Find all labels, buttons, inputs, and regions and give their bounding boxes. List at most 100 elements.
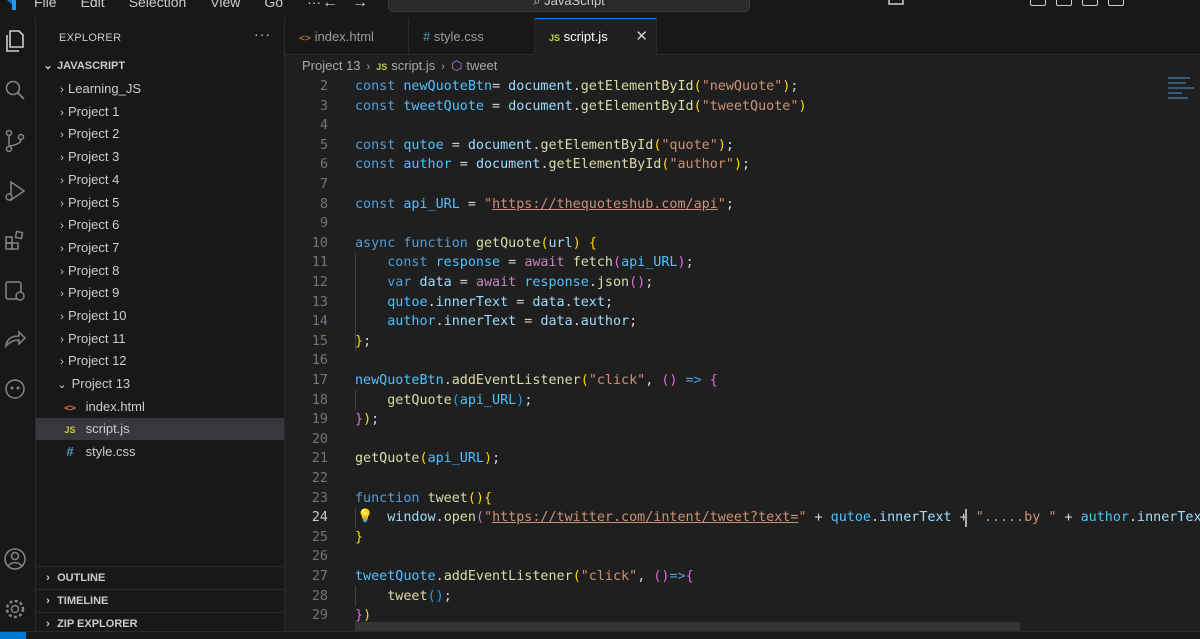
vscode-logo-icon[interactable] xyxy=(0,0,18,12)
code-line[interactable]: 20 xyxy=(285,430,1200,450)
code-text: window.open("https://twitter.com/intent/… xyxy=(355,508,1200,528)
file-index-html[interactable]: <> index.html xyxy=(36,396,284,418)
folder-item[interactable]: › Project 10 xyxy=(36,305,284,327)
minimap[interactable] xyxy=(1168,77,1198,117)
code-line[interactable]: 21 getQuote(api_URL); xyxy=(285,449,1200,469)
menu-file[interactable]: File xyxy=(34,0,57,10)
workspace-root[interactable]: ⌄ JAVASCRIPT xyxy=(36,55,284,77)
folder-item[interactable]: › Project 7 xyxy=(36,237,284,259)
code-line[interactable]: 11 const response = await fetch(api_URL)… xyxy=(285,253,1200,273)
file-style-css[interactable]: # style.css xyxy=(36,441,284,463)
section-label: ZIP EXPLORER xyxy=(57,618,138,630)
code-line[interactable]: 18 getQuote(api_URL); xyxy=(285,391,1200,411)
close-icon[interactable]: ✕ xyxy=(635,19,648,55)
menu-selection[interactable]: Selection xyxy=(129,0,187,10)
code-token: document xyxy=(467,137,533,153)
breadcrumb-symbol[interactable]: tweet xyxy=(466,58,497,73)
code-token: json xyxy=(596,275,630,290)
folder-item[interactable]: › Project 4 xyxy=(36,169,284,191)
back-arrow-icon[interactable]: ← xyxy=(322,0,338,12)
outline-section[interactable]: › OUTLINE xyxy=(36,566,284,588)
code-line[interactable]: 24 window.open("https://twitter.com/inte… xyxy=(285,508,1200,528)
copilot-icon[interactable] xyxy=(886,0,906,6)
code-line[interactable]: 10 async function getQuote(url) { xyxy=(285,234,1200,254)
code-text: const author = document.getElementById("… xyxy=(355,155,750,175)
lightbulb-icon[interactable]: 💡 xyxy=(357,508,373,524)
explorer-icon[interactable] xyxy=(2,28,28,54)
folder-item[interactable]: › Project 5 xyxy=(36,192,284,214)
code-line[interactable]: 4 xyxy=(285,116,1200,136)
code-line[interactable]: 2 const newQuoteBtn= document.getElementB… xyxy=(285,77,1200,97)
command-center-search[interactable]: ⌕ JavaScript xyxy=(388,0,750,12)
folder-item[interactable]: › Project 8 xyxy=(36,260,284,282)
code-line[interactable]: 26 xyxy=(285,547,1200,567)
folder-item[interactable]: › Project 2 xyxy=(36,123,284,145)
chevron-right-icon: › xyxy=(60,84,64,96)
chevron-right-icon: › xyxy=(46,572,50,584)
breadcrumb-file[interactable]: script.js xyxy=(391,58,435,73)
folder-item[interactable]: › Project 6 xyxy=(36,214,284,236)
chevron-right-icon: › xyxy=(60,288,64,301)
toggle-secondary-sidebar-icon[interactable] xyxy=(1108,0,1124,6)
code-line[interactable]: 23 function tweet(){ xyxy=(285,489,1200,509)
folder-label: Project 13 xyxy=(71,376,131,391)
code-token: . xyxy=(435,569,444,584)
toggle-sidebar-icon[interactable] xyxy=(1056,0,1072,6)
code-line[interactable]: 14 author.innerText = data.author; xyxy=(285,312,1200,332)
live-share-icon[interactable] xyxy=(2,328,28,354)
remote-explorer-icon[interactable] xyxy=(2,278,28,304)
forward-arrow-icon[interactable]: → xyxy=(352,0,368,12)
code-line[interactable]: 5 const qutoe = document.getElementById("… xyxy=(285,136,1200,156)
code-line[interactable]: 6 const author = document.getElementById(… xyxy=(285,155,1200,175)
folder-item[interactable]: › Project 3 xyxy=(36,146,284,168)
customize-layout-icon[interactable] xyxy=(1030,0,1046,6)
tab-style-css[interactable]: # style.css xyxy=(409,18,535,55)
code-line[interactable]: 28 tweet(); xyxy=(285,587,1200,607)
folder-item[interactable]: › Project 9 xyxy=(36,282,284,304)
menu-edit[interactable]: Edit xyxy=(81,0,105,10)
explorer-more-actions[interactable]: ··· xyxy=(254,26,271,42)
code-line[interactable]: 27 tweetQuote.addEventListener("click", (… xyxy=(285,567,1200,587)
search-icon[interactable] xyxy=(2,78,28,104)
code-token: ; xyxy=(492,451,501,467)
code-line[interactable]: 3 const tweetQuote = document.getElementB… xyxy=(285,97,1200,117)
code-line[interactable]: 19}); xyxy=(285,410,1200,430)
tab-script-js[interactable]: JS script.js ✕ xyxy=(535,18,657,55)
code-line[interactable]: 17 newQuoteBtn.addEventListener("click", … xyxy=(285,371,1200,391)
settings-gear-icon[interactable] xyxy=(2,596,28,622)
code-token: ) xyxy=(733,157,742,173)
copilot-chat-icon[interactable] xyxy=(2,376,28,402)
folder-item[interactable]: › Project 11 xyxy=(36,328,284,350)
menu-go[interactable]: Go xyxy=(264,0,283,10)
extensions-icon[interactable] xyxy=(2,228,28,254)
accounts-icon[interactable] xyxy=(2,546,28,572)
code-line[interactable]: 8 const api_URL = "https://thequoteshub.c… xyxy=(285,195,1200,215)
code-line[interactable]: 13 qutoe.innerText = data.text; xyxy=(285,293,1200,313)
menu-more[interactable]: ··· xyxy=(307,0,321,10)
source-control-icon[interactable] xyxy=(2,128,28,154)
code-token: ) xyxy=(572,235,581,251)
timeline-section[interactable]: › TIMELINE xyxy=(36,589,284,611)
code-line[interactable]: 25} xyxy=(285,528,1200,548)
code-editor[interactable]: 2 const newQuoteBtn= document.getElementB… xyxy=(285,77,1200,631)
breadcrumb-folder[interactable]: Project 13 xyxy=(302,58,361,73)
remote-indicator[interactable] xyxy=(0,632,26,639)
folder-project-13[interactable]: ⌄ Project 13 xyxy=(36,373,284,395)
code-token: document xyxy=(500,79,573,94)
code-line[interactable]: 9 xyxy=(285,214,1200,234)
toggle-panel-icon[interactable] xyxy=(1082,0,1098,6)
code-line[interactable]: 16 xyxy=(285,351,1200,371)
folder-item[interactable]: › Learning_JS xyxy=(36,78,284,100)
folder-item[interactable]: › Project 1 xyxy=(36,101,284,123)
code-line[interactable]: 7 xyxy=(285,175,1200,195)
code-line[interactable]: 22 xyxy=(285,469,1200,489)
run-debug-icon[interactable] xyxy=(2,178,28,204)
folder-item[interactable]: › Project 12 xyxy=(36,350,284,372)
code-line[interactable]: 12 var data = await response.json(); xyxy=(285,273,1200,293)
code-token: function xyxy=(403,235,476,251)
code-token: ( xyxy=(613,255,622,271)
tab-index-html[interactable]: <> index.html xyxy=(285,18,409,55)
menu-view[interactable]: View xyxy=(210,0,240,10)
code-line[interactable]: 15}; xyxy=(285,332,1200,352)
file-script-js[interactable]: JS script.js xyxy=(36,418,284,440)
